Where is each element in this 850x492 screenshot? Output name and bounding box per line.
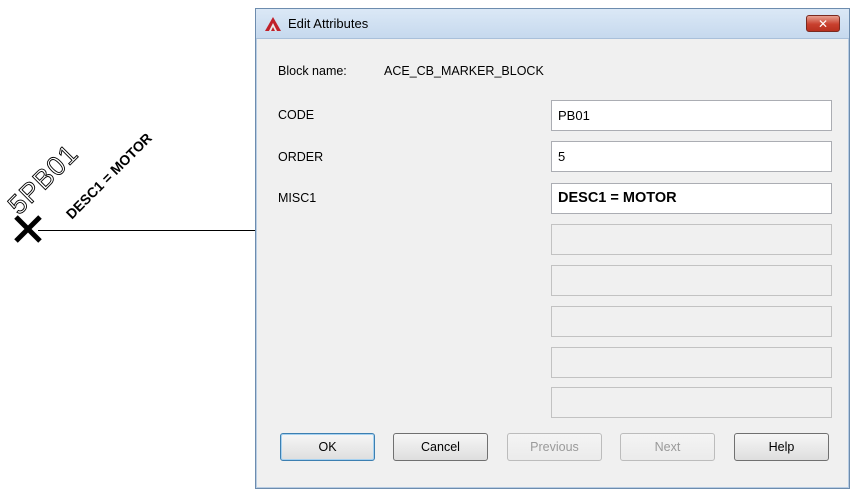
ok-button[interactable]: OK [280,433,375,461]
empty-attribute-field [551,306,832,337]
misc1-field[interactable]: DESC1 = MOTOR [551,183,832,214]
code-field[interactable]: PB01 [551,100,832,131]
order-field[interactable]: 5 [551,141,832,172]
empty-attribute-field [551,347,832,378]
previous-button: Previous [507,433,602,461]
block-name-label: Block name: [278,64,347,78]
dialog-titlebar[interactable]: Edit Attributes ✕ [256,9,849,39]
cancel-button[interactable]: Cancel [393,433,488,461]
marker-x-icon [14,215,42,243]
attr-label-code: CODE [278,108,315,122]
help-button[interactable]: Help [734,433,829,461]
block-name-value: ACE_CB_MARKER_BLOCK [384,64,544,78]
edit-attributes-dialog: Edit Attributes ✕ Block name: ACE_CB_MAR… [255,8,850,489]
autocad-app-icon [265,17,281,31]
attr-label-misc1: MISC1 [278,191,317,205]
next-button: Next [620,433,715,461]
wire-line [38,230,260,231]
dialog-title: Edit Attributes [288,16,369,31]
empty-attribute-field [551,224,832,255]
close-button[interactable]: ✕ [806,15,840,32]
marker-desc-text: DESC1 = MOTOR [62,129,155,222]
empty-attribute-field [551,265,832,296]
attr-label-order: ORDER [278,150,324,164]
empty-attribute-field [551,387,832,418]
